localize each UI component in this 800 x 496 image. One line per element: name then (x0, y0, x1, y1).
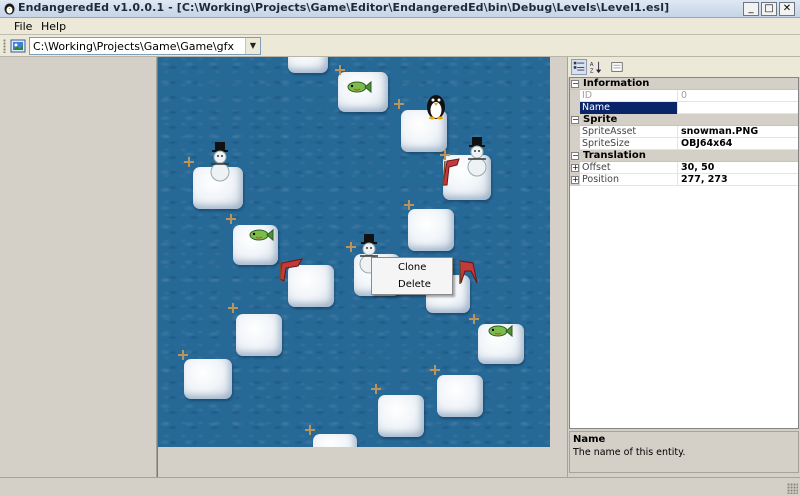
snowman-icon[interactable] (208, 142, 232, 182)
position-marker (430, 365, 440, 375)
position-marker (184, 157, 194, 167)
status-bar (0, 477, 800, 496)
property-row-offset[interactable]: + Offset 30, 50 (570, 162, 798, 174)
menu-file[interactable]: File (14, 20, 32, 33)
property-value[interactable] (679, 102, 797, 114)
property-name: Position (580, 174, 678, 186)
row-gutter (570, 138, 580, 150)
position-marker (305, 425, 315, 435)
category-label: Information (583, 78, 650, 89)
resize-grip[interactable] (787, 483, 798, 494)
property-name: Offset (580, 162, 678, 174)
category-label: Translation (583, 150, 646, 161)
toolbar-grip[interactable] (3, 39, 6, 53)
fish-icon[interactable] (248, 227, 274, 243)
ice-floe[interactable] (288, 57, 328, 73)
alphabetical-icon[interactable]: A Z (588, 59, 604, 75)
chevron-down-icon[interactable]: ▼ (245, 38, 260, 54)
category-translation[interactable]: − Translation (570, 150, 798, 162)
property-row-id[interactable]: ID 0 (570, 90, 798, 102)
description-text: The name of this entity. (573, 447, 686, 458)
level-canvas[interactable] (158, 57, 550, 447)
ice-floe[interactable] (236, 314, 282, 356)
property-description: Name The name of this entity. (569, 431, 799, 473)
fish-icon[interactable] (346, 79, 372, 95)
context-menu: Clone Delete (371, 257, 453, 295)
graphics-path-value: C:\Working\Projects\Game\Game\gfx (33, 40, 235, 53)
property-row-sprite-size[interactable]: SpriteSize OBJ64x64 (570, 138, 798, 150)
property-name: Name (580, 102, 678, 114)
minimize-button[interactable]: _ (743, 2, 759, 16)
position-marker (371, 384, 381, 394)
menu-bar: File Help (0, 18, 800, 35)
position-marker (178, 350, 188, 360)
categorized-icon[interactable] (571, 59, 587, 75)
category-label: Sprite (583, 114, 618, 125)
menu-help[interactable]: Help (41, 20, 66, 33)
level-canvas-container (157, 57, 568, 477)
canvas-bottom-strip (158, 447, 568, 477)
context-clone[interactable]: Clone (398, 262, 426, 273)
svg-text:A: A (590, 62, 594, 68)
property-value[interactable]: snowman.PNG (679, 126, 797, 138)
property-row-sprite-asset[interactable]: SpriteAsset snowman.PNG (570, 126, 798, 138)
title-bar[interactable]: EndangeredEd v1.0.0.1 - [C:\Working\Proj… (0, 0, 800, 18)
property-name: SpriteAsset (580, 126, 678, 138)
description-title: Name (573, 434, 606, 445)
close-button[interactable]: ✕ (779, 2, 795, 16)
ice-floe[interactable] (184, 359, 232, 399)
property-grid[interactable]: − Information ID 0 Name − Sprite SpriteA… (569, 77, 799, 429)
position-marker (228, 303, 238, 313)
ice-floe[interactable] (437, 375, 483, 417)
seal-icon[interactable] (441, 157, 461, 187)
collapse-icon[interactable]: − (571, 80, 579, 88)
left-panel (0, 57, 157, 477)
expand-icon[interactable]: + (571, 176, 579, 184)
property-row-name[interactable]: Name (570, 102, 798, 114)
toolbar: C:\Working\Projects\Game\Game\gfx ▼ (0, 35, 800, 57)
property-name: ID (580, 90, 678, 102)
property-name: SpriteSize (580, 138, 678, 150)
property-pages-icon[interactable] (609, 59, 625, 75)
position-marker (404, 200, 414, 210)
property-toolbar: A Z (568, 57, 800, 77)
window-title: EndangeredEd v1.0.0.1 - [C:\Working\Proj… (18, 1, 670, 14)
position-marker (346, 242, 356, 252)
seal-icon[interactable] (278, 257, 304, 283)
position-marker (226, 214, 236, 224)
ice-floe[interactable] (313, 434, 357, 447)
graphics-path-combobox[interactable]: C:\Working\Projects\Game\Game\gfx ▼ (29, 37, 261, 55)
category-sprite[interactable]: − Sprite (570, 114, 798, 126)
row-gutter (570, 126, 580, 138)
maximize-button[interactable]: □ (761, 2, 777, 16)
expand-icon[interactable]: + (571, 164, 579, 172)
property-value[interactable]: 277, 273 (679, 174, 797, 186)
property-row-position[interactable]: + Position 277, 273 (570, 174, 798, 186)
svg-text:Z: Z (590, 68, 594, 74)
row-gutter (570, 102, 580, 114)
collapse-icon[interactable]: − (571, 116, 579, 124)
open-folder-icon[interactable] (10, 38, 26, 54)
fish-icon[interactable] (487, 323, 513, 339)
category-information[interactable]: − Information (570, 78, 798, 90)
property-panel: A Z − Information ID 0 Name − Sprite Spr… (567, 57, 800, 477)
ice-floe[interactable] (378, 395, 424, 437)
property-value[interactable]: 30, 50 (679, 162, 797, 174)
position-marker (394, 99, 404, 109)
app-icon (4, 3, 15, 15)
penguin-icon[interactable] (425, 92, 447, 120)
snowman-icon[interactable] (465, 137, 489, 177)
position-marker (469, 314, 479, 324)
ice-floe[interactable] (408, 209, 454, 251)
position-marker (335, 65, 345, 75)
context-delete[interactable]: Delete (398, 279, 431, 290)
property-value[interactable]: OBJ64x64 (679, 138, 797, 150)
collapse-icon[interactable]: − (571, 152, 579, 160)
row-gutter (570, 90, 580, 102)
seal-icon[interactable] (457, 257, 479, 285)
property-value: 0 (681, 90, 688, 101)
